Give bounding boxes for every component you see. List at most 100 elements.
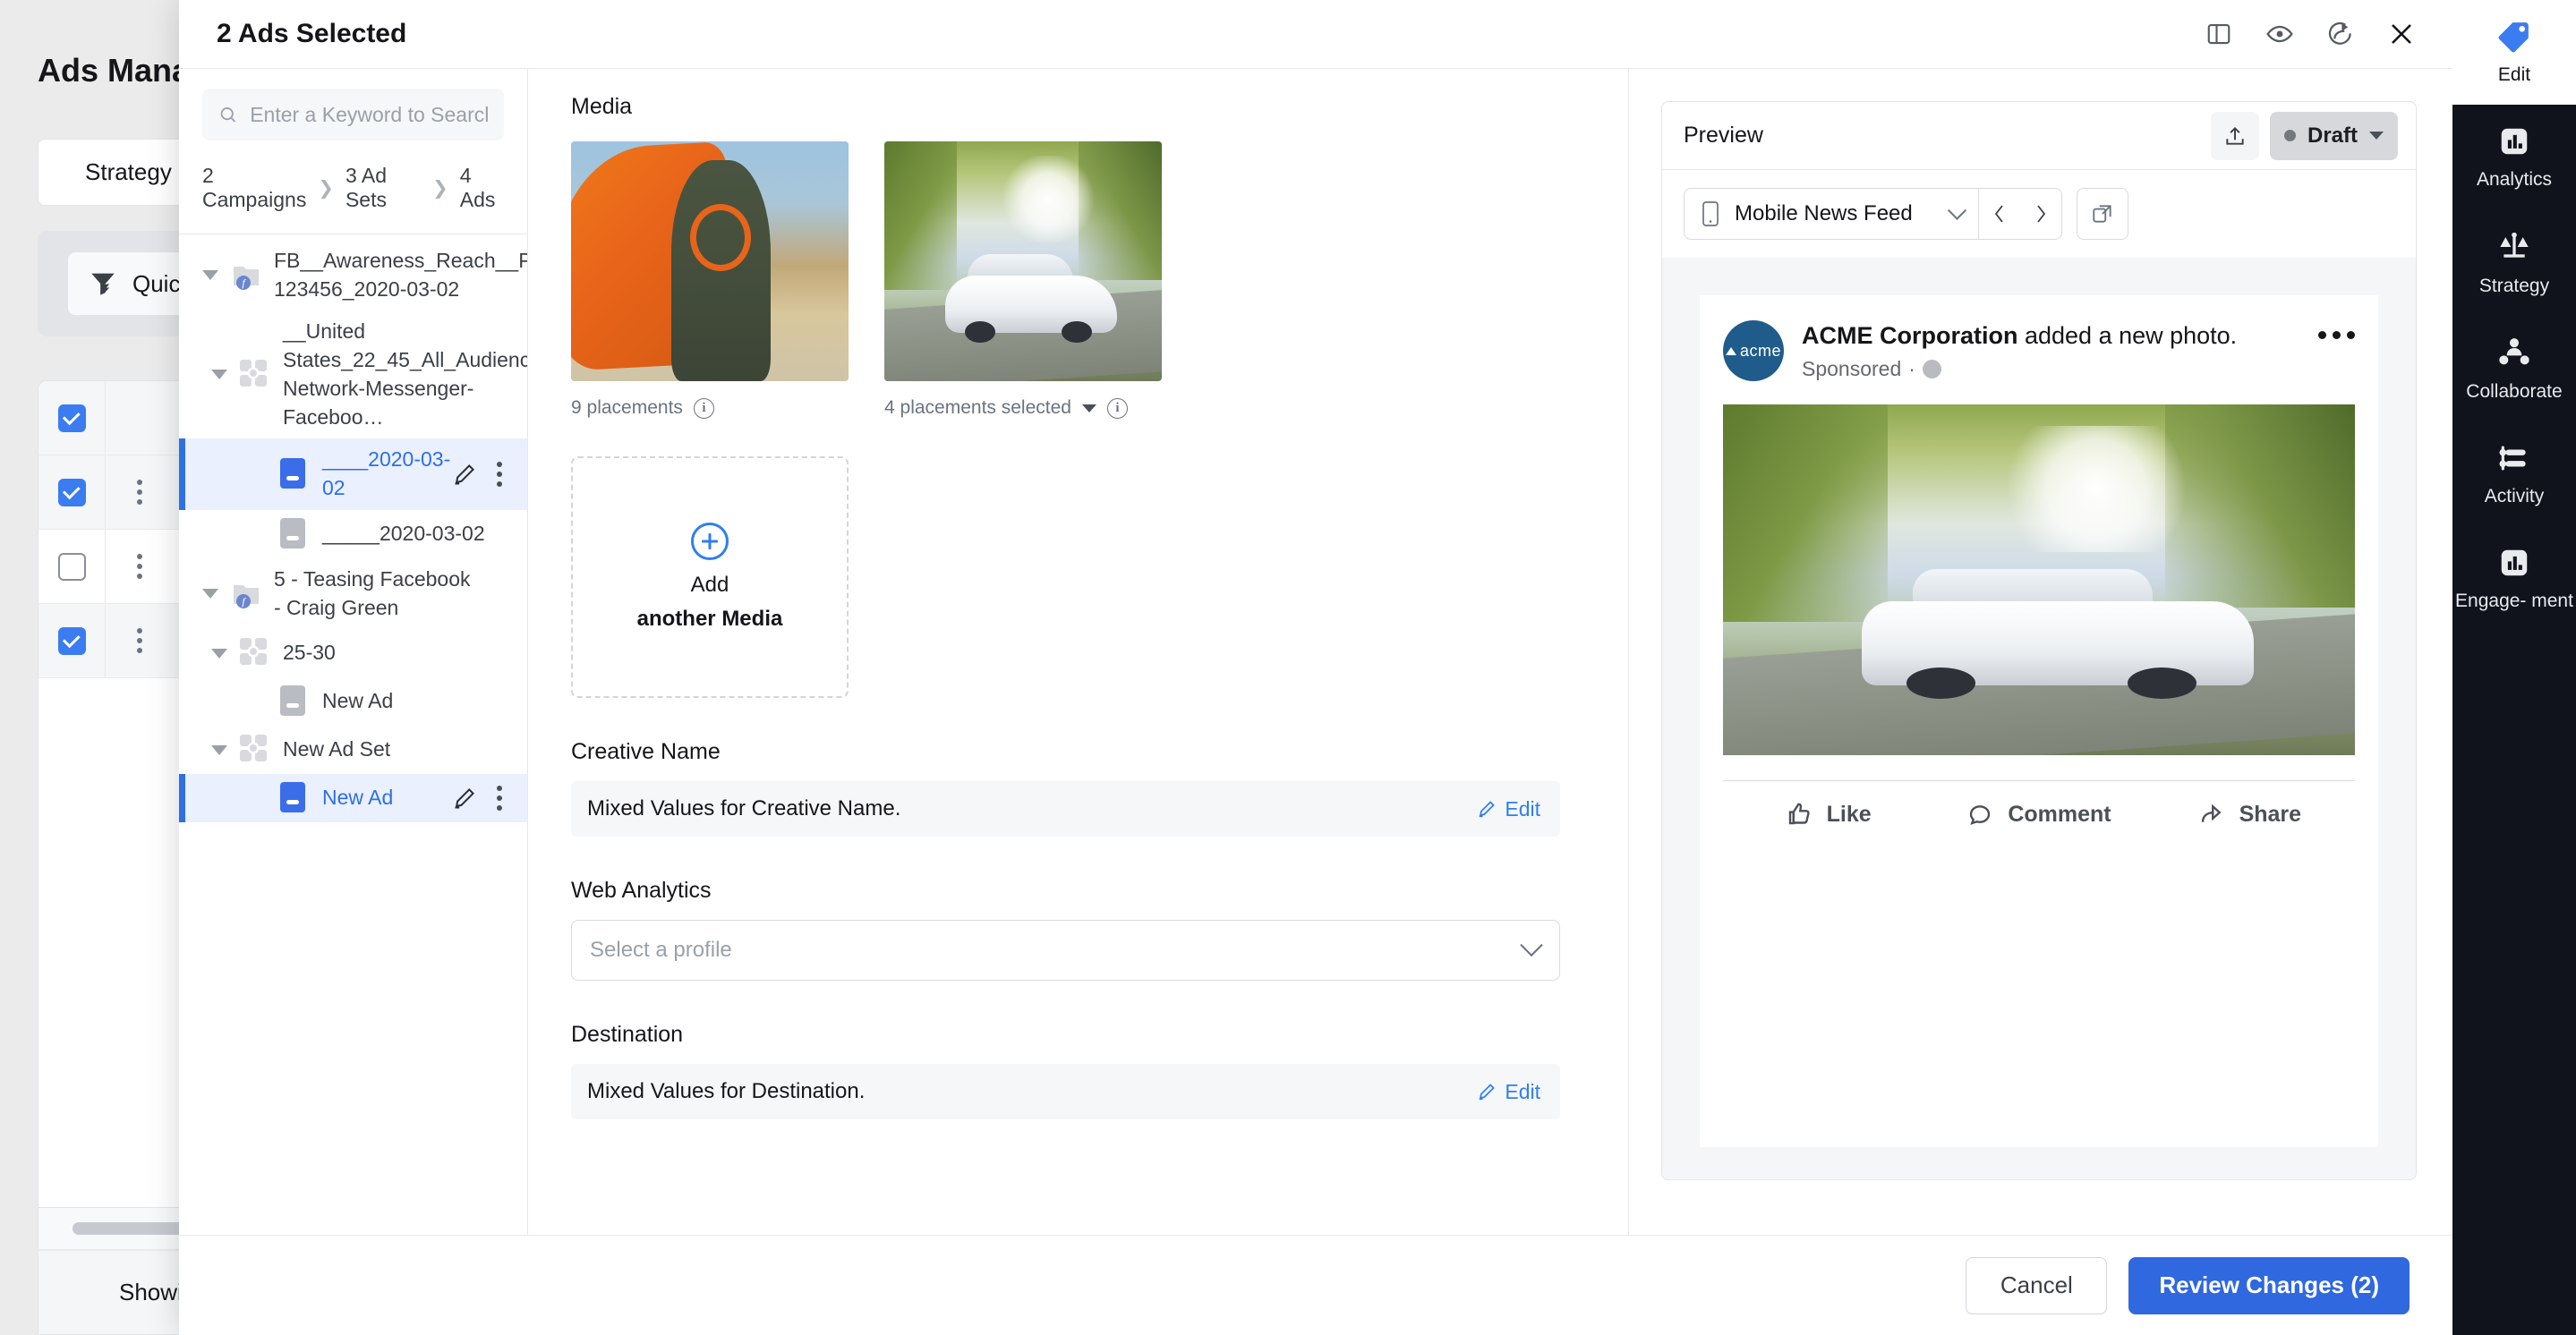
row-checkbox[interactable] [57,404,86,432]
funnel-icon [91,273,115,295]
status-badge-draft[interactable]: Draft [2269,111,2398,160]
tree-row-menu-button[interactable] [497,462,502,488]
row-menu-button[interactable] [106,480,173,505]
media-item[interactable]: 9 placements i [571,141,849,419]
row-checkbox-cell[interactable] [38,381,106,455]
tree-item-adset[interactable]: 25-30 [179,629,527,677]
chevron-down-icon [1947,200,1966,220]
chevron-down-icon [1520,933,1543,957]
expand-caret-icon[interactable] [208,649,231,659]
info-icon[interactable]: i [1106,397,1128,419]
bar-chart-icon [2501,128,2528,155]
sponsored-label: Sponsored [1802,357,1902,381]
expand-caret-icon[interactable] [208,370,231,379]
share-icon[interactable] [2315,8,2367,60]
mobile-device-icon [1702,201,1719,226]
destination-edit-button[interactable]: Edit [1477,1080,1540,1104]
share-button[interactable]: Share [2145,801,2355,828]
device-selector[interactable]: Mobile News Feed [1684,188,2062,240]
search-input[interactable] [250,102,488,127]
rail-item-collaborate[interactable]: Collaborate [2452,315,2576,421]
campaign-folder-icon: f [229,259,263,293]
breadcrumb-adsets[interactable]: 3 Ad Sets [345,164,421,212]
media-placements-row: 9 placements i [571,397,849,419]
rail-item-activity[interactable]: Activity [2452,421,2576,526]
tree-row-menu-button[interactable] [497,786,502,812]
search-wrapper [179,69,527,140]
row-checkbox-cell[interactable] [38,455,106,529]
breadcrumb-campaigns[interactable]: 2 Campaigns [202,164,306,212]
placements-text: 9 placements [571,397,683,418]
destination-label: Destination [571,1022,684,1047]
row-checkbox-cell[interactable] [38,530,106,603]
ad-more-menu[interactable] [2318,320,2355,381]
info-icon[interactable]: i [693,397,714,419]
tree-item-ad[interactable]: ____2020-03-02 [179,438,527,511]
tree-row-actions [452,786,527,812]
tree-item-label: 5 - Teasing Facebook - Craig Green [274,566,471,619]
ad-headline: ACME Corporation added a new photo. [1802,320,2300,352]
row-checkbox[interactable] [57,626,86,655]
review-changes-button[interactable]: Review Changes (2) [2128,1256,2410,1314]
popout-preview-button[interactable] [2076,188,2128,240]
search-box[interactable] [202,89,504,140]
row-menu-button[interactable] [106,628,173,653]
media-placements-row: 4 placements selected i [884,397,1162,419]
rail-item-strategy[interactable]: Strategy [2452,209,2576,316]
facebook-ad-preview: acme ACME Corporation added a new photo.… [1700,295,2378,1147]
row-checkbox-cell[interactable] [38,604,106,677]
next-preview-button[interactable] [2020,189,2061,239]
tree-item-ad[interactable]: _____2020-03-02 [179,510,527,558]
tree-item-campaign[interactable]: f FB__Awareness_Reach__PO-123456_2020-03… [179,240,527,310]
edit-pencil-icon [1480,801,1496,818]
tree-item-adset[interactable]: New Ad Set [179,726,527,774]
destination-value-box: Mixed Values for Destination. Edit [571,1064,1560,1119]
row-checkbox[interactable] [57,552,86,581]
media-thumbnail-car[interactable] [884,141,1162,381]
creative-name-edit-button[interactable]: Edit [1477,797,1540,821]
upload-share-button[interactable] [2210,111,2259,160]
sponsored-row: Sponsored · [1802,357,2300,381]
preview-header: Preview Draft [1662,102,2416,170]
comment-label: Comment [2008,801,2111,827]
breadcrumb-separator: ❯ [432,177,448,199]
tree-item-adset[interactable]: __United States_22_45_All_Audience Netwo… [179,310,527,438]
tree-item-ad[interactable]: New Ad [179,677,527,726]
tree-item-label: New Ad [322,689,394,713]
search-icon [220,107,236,123]
eye-preview-icon[interactable] [2254,8,2306,60]
rail-item-engagement[interactable]: Engage- ment [2452,526,2576,631]
cancel-button[interactable]: Cancel [1966,1256,2108,1314]
previous-preview-button[interactable] [1979,189,2020,239]
page-name[interactable]: ACME Corporation [1802,322,2017,349]
status-dot [2283,130,2296,141]
edit-pencil-icon[interactable] [452,786,477,811]
add-another-media-button[interactable]: Add another Media [571,456,849,698]
expand-caret-icon[interactable] [208,745,231,755]
chevron-down-icon [2369,132,2384,140]
media-item[interactable]: 4 placements selected i [884,141,1162,419]
expand-caret-icon[interactable] [199,589,222,599]
comment-button[interactable]: Comment [1933,801,2144,828]
row-checkbox[interactable] [57,478,86,506]
rail-item-analytics[interactable]: Analytics [2452,105,2576,209]
web-analytics-select[interactable]: Select a profile [571,920,1560,981]
breadcrumb-ads[interactable]: 4 Ads [460,164,504,212]
breadcrumb-separator: ❯ [318,177,334,199]
expand-caret-icon[interactable] [199,270,222,280]
rail-label: Analytics [2476,168,2553,190]
close-icon[interactable] [2376,8,2427,60]
media-thumbnail-jacket[interactable] [571,141,849,381]
edit-pencil-icon[interactable] [452,462,477,487]
tree-item-campaign[interactable]: f 5 - Teasing Facebook - Craig Green [179,558,527,629]
chevron-down-icon[interactable] [1081,404,1096,412]
middot: · [1908,357,1915,381]
row-menu-button[interactable] [106,554,173,579]
like-button[interactable]: Like [1723,801,1933,828]
device-label: Mobile News Feed [1735,201,1913,225]
rail-item-edit[interactable]: Edit [2452,0,2576,105]
edit-pencil-icon [1480,1084,1496,1101]
panel-toggle-icon[interactable] [2193,8,2245,60]
ad-header: acme ACME Corporation added a new photo.… [1700,295,2378,395]
tree-item-ad[interactable]: New Ad [179,774,527,823]
